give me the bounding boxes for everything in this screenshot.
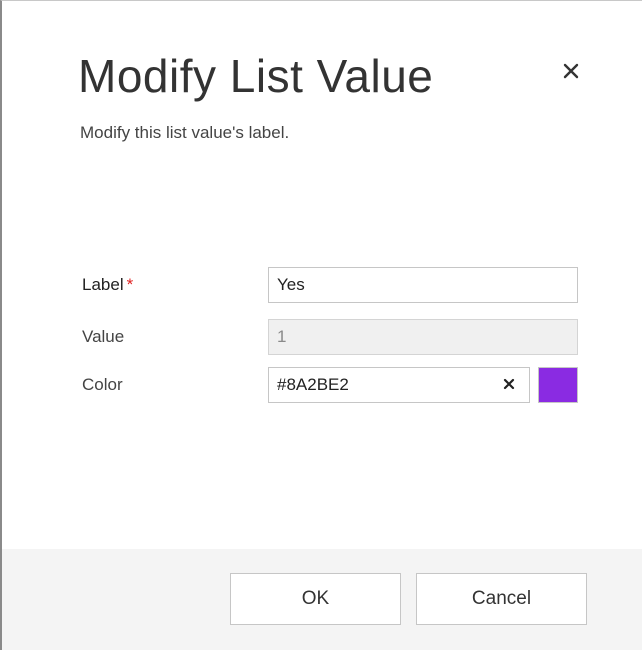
color-field-label: Color [82, 375, 123, 394]
dialog-subtitle: Modify this list value's label. [80, 123, 290, 142]
required-marker: * [126, 275, 134, 294]
modify-list-value-dialog: Modify List Value Modify this list value… [0, 0, 642, 650]
clear-icon [503, 378, 515, 393]
dialog-footer: OK Cancel [2, 549, 642, 650]
label-field-label: Label * [82, 275, 133, 295]
value-row: Value [82, 319, 582, 355]
color-input[interactable] [268, 367, 530, 403]
label-field-caption: Label [82, 275, 124, 294]
clear-color-button[interactable] [496, 372, 522, 398]
label-row: Label * [82, 267, 582, 303]
close-button[interactable] [558, 59, 584, 85]
close-icon [562, 62, 580, 83]
value-field-label: Value [82, 327, 125, 346]
cancel-button[interactable]: Cancel [416, 573, 587, 625]
ok-button[interactable]: OK [230, 573, 401, 625]
value-input [268, 319, 578, 355]
dialog-title: Modify List Value [78, 50, 434, 102]
label-input[interactable] [268, 267, 578, 303]
color-swatch[interactable] [538, 367, 578, 403]
color-row: Color [82, 367, 582, 403]
